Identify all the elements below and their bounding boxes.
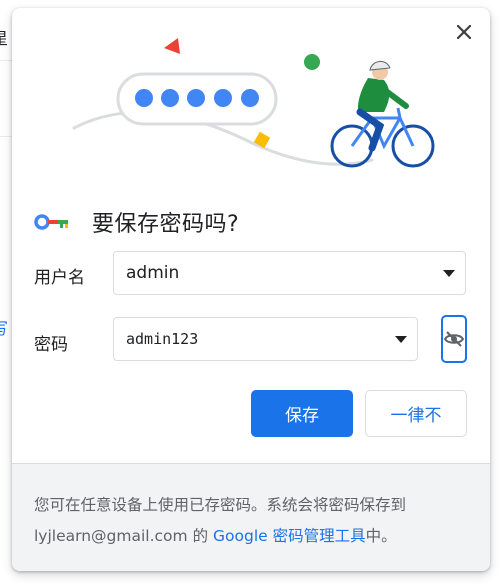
password-select[interactable]: admin123	[113, 317, 418, 361]
footer-text-part-1: 您可在任意设备上使用已存密码。系统会将密码保存到	[34, 496, 407, 514]
background-link-fragment: 写	[0, 319, 9, 338]
eye-off-icon	[444, 331, 464, 347]
password-manager-link[interactable]: Google 密码管理工具	[213, 527, 366, 545]
dialog-header: 要保存密码吗?	[34, 206, 239, 238]
close-button[interactable]	[452, 20, 476, 44]
dialog-title: 要保存密码吗?	[92, 212, 240, 237]
footer-text-part-3: 中。	[365, 527, 397, 545]
username-label: 用户名	[34, 268, 85, 288]
dialog-footer: 您可在任意设备上使用已存密码。系统会将密码保存到 lyjlearn@gmail.c…	[12, 463, 490, 571]
footer-text: 您可在任意设备上使用已存密码。系统会将密码保存到 lyjlearn@gmail.c…	[34, 490, 474, 552]
toggle-password-visibility-button[interactable]	[441, 315, 467, 363]
footer-account: lyjlearn@gmail.com	[34, 527, 188, 545]
close-icon	[457, 25, 471, 39]
username-value: admin	[126, 263, 180, 283]
caret-down-icon	[443, 270, 455, 277]
background-divider	[0, 136, 12, 137]
background-divider	[0, 60, 12, 61]
background-text-fragment: 星	[0, 29, 9, 48]
password-label: 密码	[34, 335, 68, 355]
save-password-dialog: 要保存密码吗? 用户名 admin 密码 admin123 保存 一律不 您可在…	[12, 8, 490, 571]
password-value: admin123	[126, 330, 199, 348]
save-button[interactable]: 保存	[251, 390, 353, 437]
footer-text-part-2: 的	[187, 527, 213, 545]
caret-down-icon	[395, 336, 407, 343]
username-select[interactable]: admin	[113, 251, 466, 295]
password-illustration	[72, 38, 435, 168]
key-icon	[34, 214, 68, 230]
never-button[interactable]: 一律不	[365, 390, 467, 437]
